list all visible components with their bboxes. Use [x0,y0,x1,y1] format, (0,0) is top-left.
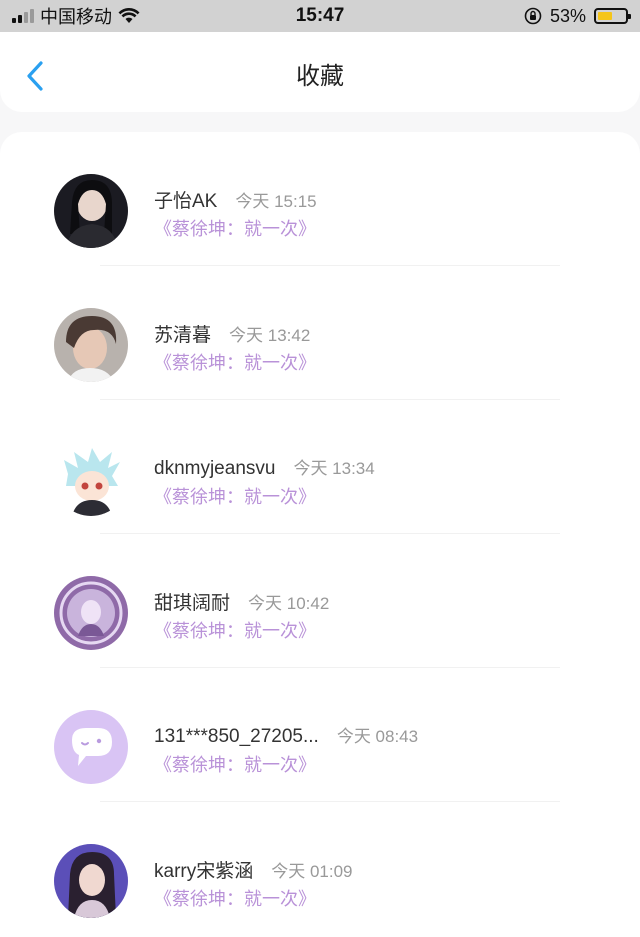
song-link[interactable]: 《蔡徐坤：就一次》 [154,483,316,509]
song-link[interactable]: 《蔡徐坤：就一次》 [154,215,316,241]
song-link[interactable]: 《蔡徐坤：就一次》 [154,349,316,375]
avatar[interactable] [54,442,128,516]
list-item[interactable]: 苏清暮 今天 13:42 《蔡徐坤：就一次》 [0,266,640,400]
user-name: dknmyjeansvu [154,458,276,479]
timestamp: 今天 01:09 [271,862,353,881]
list-item[interactable]: dknmyjeansvu 今天 13:34 《蔡徐坤：就一次》 [0,400,640,534]
name-line: 子怡AK 今天 15:15 [154,186,317,213]
user-name: 子怡AK [154,191,218,212]
list-item[interactable]: 甜琪阔耐 今天 10:42 《蔡徐坤：就一次》 [0,534,640,668]
user-name: 131***850_27205... [154,726,319,747]
nav-header: 收藏 [0,32,640,112]
timestamp: 今天 15:15 [235,192,317,211]
list-item[interactable]: karry宋紫涵 今天 01:09 《蔡徐坤：就一次》 [0,802,640,936]
list-item[interactable]: 131***850_27205... 今天 08:43 《蔡徐坤：就一次》 [0,668,640,802]
page-title: 收藏 [296,63,344,90]
avatar[interactable] [54,308,128,382]
name-line: dknmyjeansvu 今天 13:34 [154,454,375,480]
song-link[interactable]: 《蔡徐坤：就一次》 [154,751,316,777]
avatar[interactable] [54,576,128,650]
song-link[interactable]: 《蔡徐坤：就一次》 [154,617,316,643]
status-bar: 中国移动 15:47 53% [0,0,640,32]
timestamp: 今天 10:42 [248,594,330,613]
favorites-list: 子怡AK 今天 15:15 《蔡徐坤：就一次》 苏清暮 今天 13:42 《蔡徐… [0,132,640,937]
avatar[interactable] [54,174,128,248]
avatar[interactable] [54,844,128,918]
name-line: 131***850_27205... 今天 08:43 [154,722,418,748]
name-line: 甜琪阔耐 今天 10:42 [154,588,329,615]
rotation-lock-icon [524,7,542,25]
song-link[interactable]: 《蔡徐坤：就一次》 [154,885,316,911]
name-line: karry宋紫涵 今天 01:09 [154,856,353,883]
timestamp: 今天 13:34 [293,459,375,478]
user-name: karry宋紫涵 [154,861,254,882]
user-name: 苏清暮 [154,325,212,346]
battery-percent: 53% [549,5,586,26]
status-right: 53% [524,0,631,32]
user-name: 甜琪阔耐 [154,593,231,614]
default-chat-avatar-icon [54,710,128,784]
timestamp: 今天 08:43 [336,727,419,746]
avatar[interactable] [54,710,128,784]
list-item[interactable]: 子怡AK 今天 15:15 《蔡徐坤：就一次》 [0,132,640,266]
timestamp: 今天 13:42 [229,326,311,345]
name-line: 苏清暮 今天 13:42 [154,320,310,347]
battery-level-fill [598,12,612,20]
battery-icon [594,8,631,24]
